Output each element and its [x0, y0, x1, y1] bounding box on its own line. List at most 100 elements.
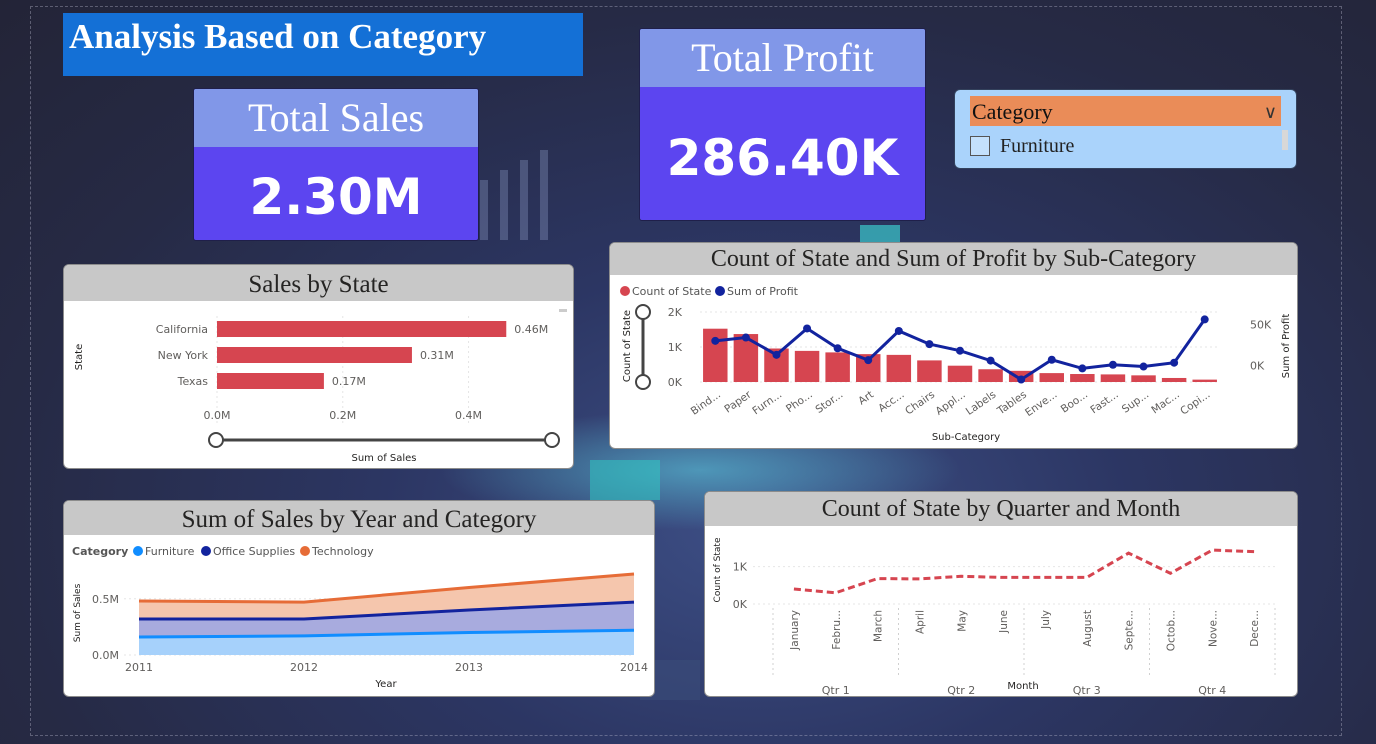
sales-by-state-chart: 0.0M 0.2M 0.4M California 0.46M New York 0.31M… — [74, 309, 567, 464]
legend-marker-technology — [300, 546, 310, 556]
legend-label-furniture: Furniture — [145, 545, 195, 558]
data-label: 0.31M — [420, 349, 454, 362]
bar — [217, 321, 507, 337]
x-tick-label: Dece... — [1249, 610, 1261, 647]
slicer-item-furniture[interactable]: Furniture — [970, 134, 1074, 158]
range-slider-end-handle[interactable] — [544, 432, 560, 448]
profit-point — [711, 336, 720, 345]
profit-point — [925, 340, 934, 349]
range-slider-start-handle[interactable] — [208, 432, 224, 448]
data-label: 0.17M — [332, 375, 366, 388]
x-tick-label: Sup... — [1120, 389, 1151, 416]
x-tick-label: Appl... — [933, 389, 967, 418]
y-tick-label: 0.5M — [92, 593, 119, 606]
x-axis-title: Year — [374, 679, 397, 690]
page-title: Analysis Based on Category — [63, 13, 583, 76]
bar — [1192, 379, 1217, 382]
profit-point — [1047, 355, 1056, 364]
x-tick-label: Bind... — [689, 389, 723, 418]
legend-marker-furniture — [133, 546, 143, 556]
slicer-scrollbar[interactable] — [1282, 130, 1288, 150]
category-slicer-title: Category — [972, 99, 1053, 124]
y2-axis-title: Sum of Profit — [1281, 314, 1292, 379]
bar — [1070, 374, 1095, 382]
legend-label-count: Count of State — [632, 285, 712, 298]
profit-point — [986, 356, 995, 365]
bar — [217, 373, 324, 389]
bar — [217, 347, 412, 363]
x-tick-label: 2012 — [290, 661, 318, 674]
y2-tick-label: 50K — [1250, 318, 1272, 331]
x-tick-label: Octob... — [1165, 610, 1177, 651]
bar — [1039, 373, 1064, 382]
x-tick-label: Mac... — [1149, 389, 1182, 417]
quarter-label: Qtr 2 — [947, 684, 975, 696]
count-line — [793, 548, 1255, 595]
bar — [1161, 377, 1187, 382]
x-tick-label: June — [998, 610, 1010, 634]
y-tick-label: 0K — [733, 598, 748, 611]
x-tick-label: Enve... — [1023, 389, 1059, 419]
x-tick-label: Furn... — [750, 389, 784, 418]
sales-year-category-chart: Category Furniture Office Supplies Techn… — [72, 545, 648, 690]
profit-point — [1200, 315, 1209, 324]
state-quarter-month-title: Count of State by Quarter and Month — [705, 492, 1297, 526]
legend-title: Category — [72, 545, 128, 558]
profit-point — [956, 346, 964, 355]
y-axis-title: State — [74, 344, 85, 370]
profit-point — [1170, 358, 1179, 367]
x-tick-label: 0.4M — [455, 409, 482, 422]
legend-marker-office-supplies — [201, 546, 211, 556]
x-tick-label: Stor... — [813, 389, 845, 416]
chevron-down-icon[interactable]: ∨ — [1264, 96, 1277, 128]
x-tick-label: Nove... — [1207, 610, 1219, 647]
x-tick-label: Septe... — [1124, 610, 1136, 650]
x-tick-label: Labels — [964, 389, 999, 418]
x-tick-label: Copi... — [1178, 389, 1212, 418]
sales-by-state-panel: Sales by State 0.0M 0.2M 0.4M California 0.4… — [63, 264, 574, 469]
scroll-handle-icon[interactable] — [559, 309, 567, 312]
category-slicer-header[interactable]: Category ∨ — [970, 96, 1281, 126]
quarter-label: Qtr 4 — [1198, 684, 1226, 696]
x-tick-label: July — [1040, 610, 1052, 630]
profit-point — [772, 350, 781, 359]
state-quarter-month-chart: 0K 1K January Febru... March April May June July… — [713, 537, 1276, 696]
y-tick-label: New York — [158, 349, 209, 362]
y-tick-label: 0K — [668, 376, 683, 389]
range-slider-top-handle[interactable] — [635, 304, 651, 320]
x-tick-label: Pho... — [784, 389, 815, 416]
y-tick-label: 0.0M — [92, 649, 119, 662]
y-tick-label: 1K — [733, 561, 748, 574]
legend-label-office-supplies: Office Supplies — [213, 545, 295, 558]
profit-point — [833, 344, 842, 353]
y-tick-label: California — [156, 323, 208, 336]
y2-tick-label: 0K — [1250, 360, 1265, 373]
x-tick-label: Febru... — [831, 610, 843, 650]
profit-point — [894, 326, 903, 335]
x-tick-label: Fast... — [1088, 389, 1120, 417]
profit-point — [1078, 364, 1087, 373]
bar — [1131, 375, 1156, 382]
state-profit-subcategory-panel: Count of State and Sum of Profit by Sub-… — [609, 242, 1298, 449]
bar — [917, 360, 942, 382]
profit-point — [741, 333, 750, 342]
profit-point — [1017, 375, 1026, 384]
x-tick-label: Paper — [722, 388, 754, 415]
checkbox-icon[interactable] — [970, 136, 990, 156]
x-tick-label: January — [789, 610, 801, 651]
x-tick-label: 2014 — [620, 661, 648, 674]
bar — [886, 354, 912, 382]
bar — [825, 352, 850, 382]
profit-point — [1108, 360, 1117, 369]
x-tick-label: Boo... — [1059, 389, 1090, 416]
x-tick-label: Art — [856, 389, 876, 408]
sales-by-state-title: Sales by State — [64, 265, 573, 301]
bar — [794, 350, 820, 382]
range-slider-bottom-handle[interactable] — [635, 374, 651, 390]
legend-marker-count — [620, 286, 630, 296]
total-sales-value: 2.30M — [249, 168, 423, 226]
x-tick-label: 2013 — [455, 661, 483, 674]
profit-point — [1139, 362, 1148, 371]
profit-point — [864, 356, 873, 365]
quarter-label: Qtr 3 — [1073, 684, 1101, 696]
